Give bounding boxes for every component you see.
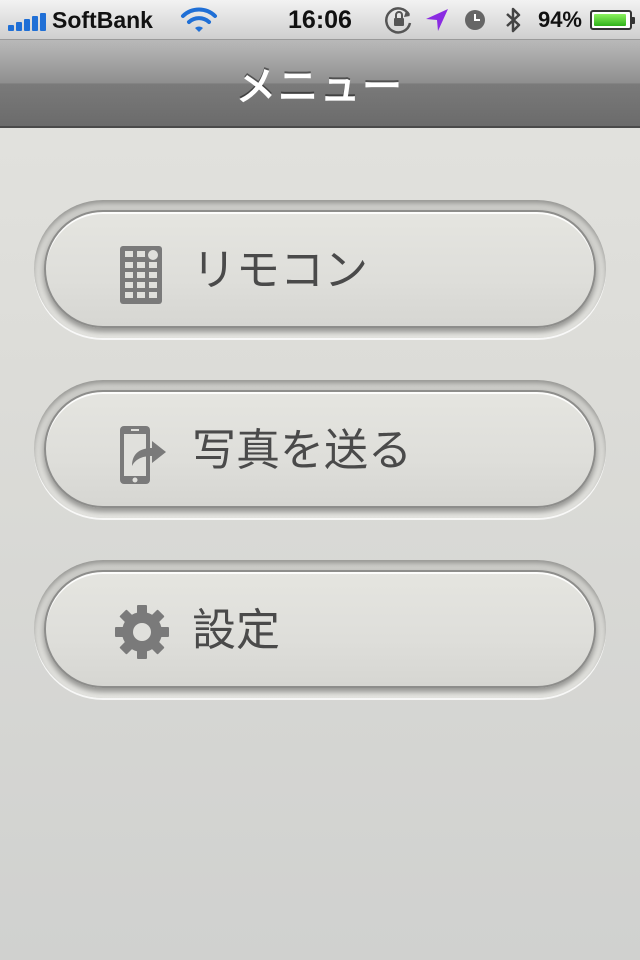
- send-photo-icon: [120, 426, 166, 484]
- status-bar: SoftBank 16:06 94%: [0, 0, 640, 40]
- settings-button[interactable]: 設定: [34, 560, 606, 698]
- gear-icon: [115, 605, 169, 659]
- remote-control-label: リモコン: [192, 245, 368, 296]
- orientation-lock-icon: [385, 7, 412, 34]
- page-title: メニュー: [236, 64, 404, 110]
- settings-label: 設定: [192, 605, 280, 656]
- remote-control-button[interactable]: リモコン: [34, 200, 606, 338]
- remote-control-icon: [120, 246, 162, 304]
- alarm-clock-icon: [464, 10, 485, 30]
- battery-percentage: 94%: [537, 7, 582, 32]
- send-photo-button[interactable]: 写真を送る: [34, 380, 606, 518]
- send-photo-label: 写真を送る: [192, 425, 412, 476]
- battery-icon: [590, 10, 635, 30]
- bluetooth-icon: [506, 7, 521, 33]
- navigation-bar: メニュー: [0, 40, 640, 128]
- location-arrow-icon: [425, 9, 448, 31]
